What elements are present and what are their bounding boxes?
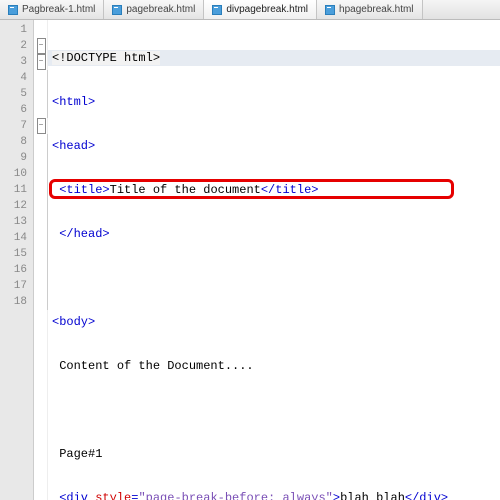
fold-cell: −	[34, 38, 47, 54]
fold-cell	[34, 134, 47, 150]
tab-divpagebreak[interactable]: divpagebreak.html	[204, 0, 317, 19]
line-number: 10	[0, 166, 33, 182]
file-icon	[325, 5, 335, 15]
line-number: 6	[0, 102, 33, 118]
line-number: 1	[0, 22, 33, 38]
tab-label: pagebreak.html	[126, 4, 195, 15]
code-line: </head>	[48, 226, 500, 242]
tab-hpagebreak[interactable]: hpagebreak.html	[317, 0, 423, 19]
code-line: <div style="page-break-before: always">b…	[48, 490, 500, 500]
line-number: 18	[0, 294, 33, 310]
fold-toggle-icon[interactable]: −	[37, 118, 46, 134]
line-number: 8	[0, 134, 33, 150]
fold-cell	[34, 182, 47, 198]
file-icon	[8, 5, 18, 15]
fold-cell	[34, 262, 47, 278]
line-number: 12	[0, 198, 33, 214]
code-line: <head>	[48, 138, 500, 154]
line-number: 7	[0, 118, 33, 134]
code-line: Content of the Document....	[48, 358, 500, 374]
fold-gutter: −−−	[34, 20, 48, 500]
code-line: <!DOCTYPE html>	[48, 50, 500, 66]
line-number-gutter: 123456789101112131415161718	[0, 20, 34, 500]
code-editor[interactable]: 123456789101112131415161718 −−− <!DOCTYP…	[0, 20, 500, 500]
fold-cell	[34, 166, 47, 182]
fold-cell: −	[34, 118, 47, 134]
tab-label: Pagbreak-1.html	[22, 4, 95, 15]
code-line: <html>	[48, 94, 500, 110]
tab-pagbreak-1[interactable]: Pagbreak-1.html	[0, 0, 104, 19]
tab-bar: Pagbreak-1.html pagebreak.html divpagebr…	[0, 0, 500, 20]
fold-cell: −	[34, 54, 47, 70]
line-number: 9	[0, 150, 33, 166]
fold-toggle-icon[interactable]: −	[37, 54, 46, 70]
code-line: Page#1	[48, 446, 500, 462]
fold-cell	[34, 102, 47, 118]
tab-pagebreak[interactable]: pagebreak.html	[104, 0, 204, 19]
line-number: 11	[0, 182, 33, 198]
tab-label: divpagebreak.html	[226, 4, 308, 15]
fold-cell	[34, 214, 47, 230]
fold-cell	[34, 86, 47, 102]
code-line	[48, 402, 500, 418]
fold-cell	[34, 150, 47, 166]
line-number: 5	[0, 86, 33, 102]
file-icon	[112, 5, 122, 15]
line-number: 17	[0, 278, 33, 294]
file-icon	[212, 5, 222, 15]
code-line: <body>	[48, 314, 500, 330]
fold-cell	[34, 70, 47, 86]
fold-cell	[34, 278, 47, 294]
tab-label: hpagebreak.html	[339, 4, 414, 15]
line-number: 4	[0, 70, 33, 86]
line-number: 2	[0, 38, 33, 54]
code-line: <title>Title of the document</title>	[48, 182, 500, 198]
fold-toggle-icon[interactable]: −	[37, 38, 46, 54]
line-number: 13	[0, 214, 33, 230]
code-line	[48, 270, 500, 286]
fold-cell	[34, 22, 47, 38]
line-number: 15	[0, 246, 33, 262]
line-number: 3	[0, 54, 33, 70]
fold-cell	[34, 294, 47, 310]
fold-cell	[34, 198, 47, 214]
fold-cell	[34, 246, 47, 262]
line-number: 16	[0, 262, 33, 278]
fold-cell	[34, 230, 47, 246]
line-number: 14	[0, 230, 33, 246]
code-area[interactable]: <!DOCTYPE html> <html> <head> <title>Tit…	[48, 20, 500, 500]
